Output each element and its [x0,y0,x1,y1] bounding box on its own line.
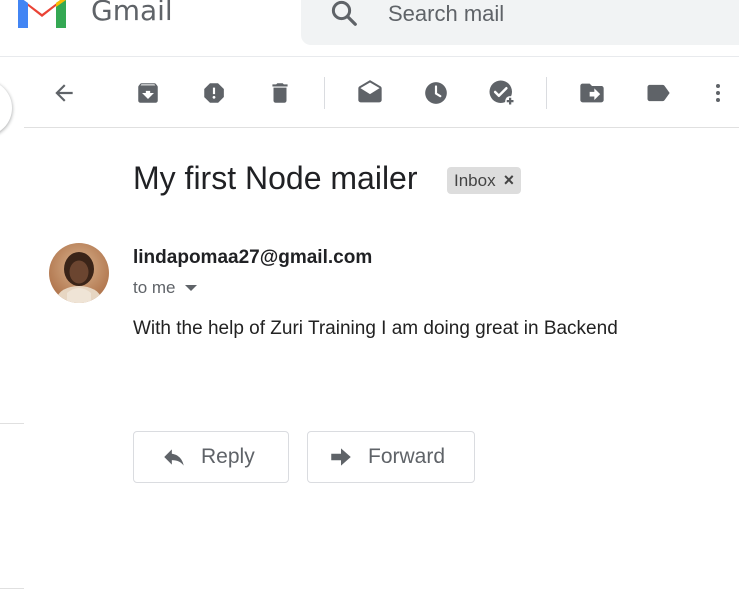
forward-label[interactable]: Forward [368,445,445,469]
left-divider-bottom [0,588,24,589]
move-to-button[interactable] [576,77,608,109]
delete-button[interactable] [264,77,296,109]
more-options-icon [716,84,720,102]
gmail-brand[interactable]: Gmail [91,0,173,27]
mark-unread-icon [358,80,382,103]
back-arrow-icon [55,84,73,102]
search-input[interactable] [386,0,730,28]
message-toolbar [24,63,739,128]
reply-icon [164,449,184,466]
back-button[interactable] [48,77,80,109]
chevron-down-icon[interactable] [184,285,197,291]
gmail-logo-icon[interactable] [14,0,70,28]
mark-unread-button[interactable] [354,77,386,109]
toolbar-separator [324,77,325,109]
archive-button[interactable] [132,77,164,109]
reply-button[interactable]: Reply [133,431,289,483]
delete-icon [272,83,288,103]
email-body: With the help of Zuri Training I am doin… [133,318,618,339]
report-spam-icon [204,83,224,103]
label-name[interactable]: Inbox [454,171,496,191]
remove-label-icon[interactable]: × [504,170,515,191]
avatar[interactable] [49,243,109,303]
recipient-toggle[interactable]: to me [133,278,197,298]
inbox-label-chip[interactable]: Inbox × [447,167,522,194]
left-divider [0,423,24,424]
search-icon[interactable] [329,0,359,28]
more-options-button[interactable] [702,77,734,109]
search-bar[interactable] [301,0,739,45]
labels-icon [647,84,670,102]
forward-icon [331,448,351,466]
forward-button[interactable]: Forward [307,431,475,483]
archive-icon [138,83,158,103]
toolbar-separator [546,77,547,109]
report-spam-button[interactable] [198,77,230,109]
move-to-icon [580,83,604,103]
compose-button-edge[interactable] [0,80,14,150]
reply-label[interactable]: Reply [201,445,255,469]
recipient-label[interactable]: to me [133,278,176,298]
sender-photo-icon [49,243,109,303]
sender-email[interactable]: lindapomaa27@gmail.com [133,247,372,269]
snooze-icon [425,82,447,104]
add-to-tasks-icon [489,80,516,107]
snooze-button[interactable] [420,77,452,109]
labels-button[interactable] [642,77,674,109]
add-to-tasks-button[interactable] [486,77,518,109]
email-subject: My first Node mailer [133,160,418,196]
top-bar: Gmail [0,0,739,57]
